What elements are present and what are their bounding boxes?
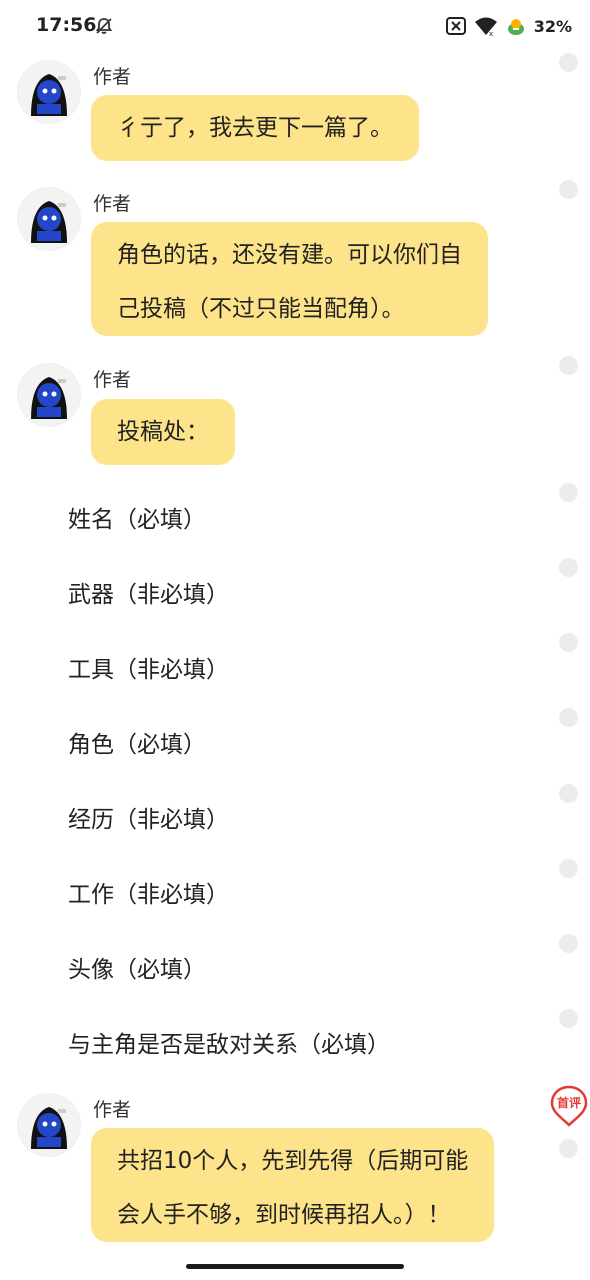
sender-name: 作者 — [93, 1099, 132, 1121]
avatar[interactable] — [17, 363, 81, 427]
avatar[interactable] — [17, 187, 81, 251]
avatar[interactable] — [17, 60, 81, 124]
sender-name: 作者 — [93, 369, 132, 391]
battery-saver-icon — [507, 19, 524, 35]
comment-dot[interactable] — [559, 53, 578, 72]
message-bubble[interactable]: 投稿处： — [91, 399, 235, 465]
form-line: 头像（必填） — [68, 957, 206, 983]
comment-dot[interactable] — [559, 1009, 578, 1028]
comment-dot[interactable] — [559, 180, 578, 199]
comment-dot[interactable] — [559, 708, 578, 727]
comment-dot[interactable] — [559, 483, 578, 502]
comment-dot[interactable] — [559, 934, 578, 953]
message-bubble[interactable]: 角色的话，还没有建。可以你们自 己投稿（不过只能当配角）。 — [91, 222, 488, 336]
message-text: 投稿处： — [117, 419, 209, 445]
comment-dot[interactable] — [559, 1139, 578, 1158]
form-line: 姓名（必填） — [68, 507, 206, 533]
comment-dot[interactable] — [559, 558, 578, 577]
svg-text:x: x — [489, 30, 493, 36]
form-line: 工具（非必填） — [68, 657, 229, 683]
message-bubble[interactable]: 彳亍了，我去更下一篇了。 — [91, 95, 419, 161]
battery-percent: 32% — [533, 16, 572, 36]
form-line: 工作（非必填） — [68, 882, 229, 908]
avatar-character-icon — [18, 188, 80, 250]
form-line: 武器（非必填） — [68, 582, 229, 608]
close-box-icon — [445, 17, 466, 35]
form-line: 与主角是否是敌对关系（必填） — [68, 1032, 390, 1058]
status-time: 17:56 — [36, 14, 97, 36]
bell-muted-icon — [95, 18, 113, 34]
comment-dot[interactable] — [559, 859, 578, 878]
home-indicator[interactable] — [186, 1264, 404, 1269]
message-text: 会人手不够，到时候再招人。）！ — [117, 1202, 451, 1228]
avatar-character-icon — [18, 61, 80, 123]
comment-dot[interactable] — [559, 633, 578, 652]
first-review-badge[interactable]: 首评 — [550, 1085, 588, 1127]
sender-name: 作者 — [93, 66, 132, 88]
avatar[interactable] — [17, 1093, 81, 1157]
message-text: 彳亍了，我去更下一篇了。 — [117, 115, 393, 141]
wifi-icon: x — [474, 17, 497, 36]
message-text: 共招10个人，先到先得（后期可能 — [117, 1148, 469, 1174]
form-line: 经历（非必填） — [68, 807, 229, 833]
comment-dot[interactable] — [559, 784, 578, 803]
message-text: 己投稿（不过只能当配角）。 — [117, 296, 405, 322]
sender-name: 作者 — [93, 193, 132, 215]
form-line: 角色（必填） — [68, 732, 206, 758]
avatar-character-icon — [18, 364, 80, 426]
status-bar: 17:56 x 32% — [0, 0, 590, 54]
message-text: 角色的话，还没有建。可以你们自 — [117, 242, 462, 268]
comment-dot[interactable] — [559, 356, 578, 375]
status-icons: x 32% — [445, 15, 572, 37]
first-review-label: 首评 — [556, 1096, 581, 1110]
message-bubble[interactable]: 共招10个人，先到先得（后期可能 会人手不够，到时候再招人。）！ — [91, 1128, 495, 1242]
avatar-character-icon — [18, 1094, 80, 1156]
